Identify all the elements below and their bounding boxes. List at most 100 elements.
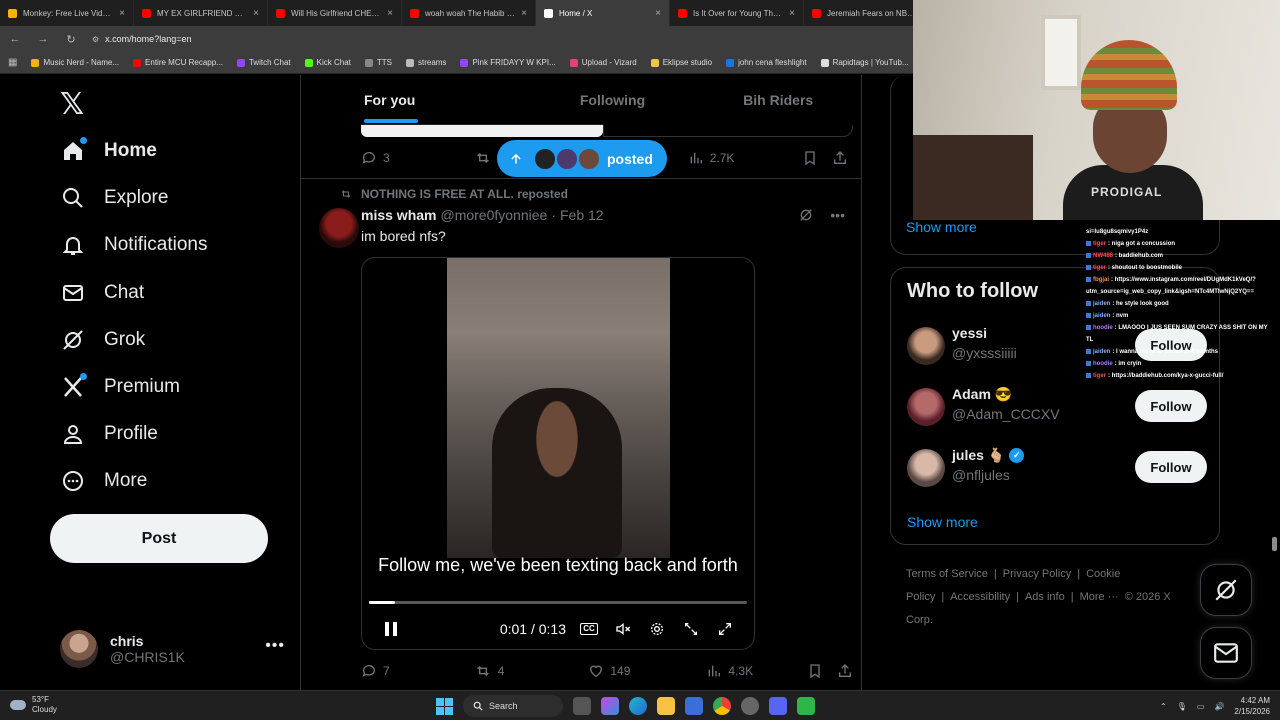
grok-icon[interactable] — [798, 207, 814, 223]
forward-icon[interactable]: → — [36, 33, 50, 45]
repost-button[interactable]: 4 — [474, 663, 504, 679]
new-posts-pill[interactable]: posted — [497, 140, 667, 177]
follow-suggestion[interactable]: jules 🫰🏼 ✓ @nfljules Follow — [907, 447, 1207, 491]
show-more-link[interactable]: Show more — [906, 219, 977, 235]
chrome-icon[interactable] — [713, 697, 731, 715]
follow-suggestion[interactable]: Adam 😎 @Adam_CCCXV Follow — [907, 386, 1207, 430]
volume-icon[interactable]: 🔊 — [1214, 702, 1224, 711]
x-logo-icon[interactable]: 𝕏 — [60, 87, 84, 122]
footer-link[interactable]: Accessibility — [950, 591, 1010, 603]
mute-button[interactable] — [606, 621, 640, 637]
repost-button[interactable] — [474, 150, 492, 166]
share-button[interactable] — [832, 150, 848, 166]
grok-button[interactable] — [1200, 564, 1252, 616]
close-icon[interactable]: × — [655, 8, 661, 19]
close-icon[interactable]: × — [789, 8, 795, 19]
post-button[interactable]: Post — [50, 514, 268, 563]
footer-link[interactable]: Terms of Service — [906, 568, 988, 580]
tab-for-you[interactable]: For you — [301, 75, 530, 125]
views-button[interactable]: 4.3K — [706, 663, 753, 679]
more-dots-icon[interactable]: ••• — [830, 207, 845, 223]
post-author-name[interactable]: miss wham — [361, 207, 436, 223]
footer-link[interactable]: More ··· — [1080, 591, 1119, 603]
file-explorer-icon[interactable] — [657, 697, 675, 715]
tab-bih-riders[interactable]: Bih Riders — [695, 75, 861, 125]
bookmark-item[interactable]: Music Nerd - Name... — [31, 58, 119, 67]
bookmark-item[interactable]: Rapidtags | YouTub... — [820, 58, 909, 67]
windows-start-icon[interactable] — [436, 697, 453, 715]
weather-widget[interactable]: 53°F Cloudy — [10, 695, 57, 715]
reply-button[interactable]: 7 — [361, 663, 390, 679]
close-icon[interactable]: × — [387, 8, 393, 19]
account-switcher[interactable]: chris @CHRIS1K ••• — [60, 629, 285, 669]
close-icon[interactable]: × — [521, 8, 527, 19]
bookmark-item[interactable]: Twitch Chat — [236, 58, 291, 67]
pause-button[interactable] — [374, 621, 408, 637]
nav-item-explore[interactable]: Explore — [60, 185, 168, 211]
tab-following[interactable]: Following — [530, 75, 696, 125]
like-button[interactable]: 149 — [588, 663, 630, 679]
close-icon[interactable]: × — [253, 8, 259, 19]
video-progress-bar[interactable] — [369, 601, 747, 604]
avatar[interactable] — [319, 208, 359, 248]
bookmark-item[interactable]: streams — [405, 58, 446, 67]
follow-button[interactable]: Follow — [1135, 451, 1207, 483]
reply-button[interactable]: 3 — [361, 150, 390, 166]
mic-icon[interactable]: 🎙 — [1177, 702, 1187, 711]
scrollbar[interactable] — [1272, 537, 1277, 551]
nav-item-chat[interactable]: Chat — [60, 280, 144, 306]
discord-icon[interactable] — [769, 697, 787, 715]
bookmark-item[interactable]: TTS — [364, 58, 392, 67]
nav-item-grok[interactable]: Grok — [60, 327, 145, 353]
back-icon[interactable]: ← — [8, 33, 22, 45]
footer-link[interactable]: Ads info — [1025, 591, 1065, 603]
share-button[interactable] — [837, 663, 853, 679]
bookmark-button[interactable] — [807, 663, 823, 679]
avatar[interactable] — [907, 388, 945, 426]
repost-label[interactable]: NOTHING IS FREE AT ALL. reposted — [361, 187, 568, 201]
task-view-icon[interactable] — [573, 697, 591, 715]
messages-button[interactable] — [1200, 627, 1252, 679]
network-icon[interactable]: ▭ — [1197, 702, 1205, 711]
suggestion-name[interactable]: yessi — [952, 325, 987, 341]
copilot-icon[interactable] — [601, 697, 619, 715]
views-button[interactable]: 2.7K — [688, 150, 734, 166]
store-icon[interactable] — [685, 697, 703, 715]
bookmark-item[interactable]: Upload - Vizard — [569, 58, 637, 67]
browser-tab[interactable]: Monkey: Free Live Video C × — [0, 0, 134, 26]
bookmark-item[interactable]: Eklipse studio — [650, 58, 712, 67]
address-bar[interactable]: ⚙ x.com/home?lang=en — [92, 34, 191, 44]
nav-item-profile[interactable]: Profile — [60, 421, 158, 447]
bookmark-item[interactable]: Kick Chat — [304, 58, 351, 67]
site-info-icon[interactable]: ⚙ — [92, 35, 99, 44]
chevron-up-icon[interactable]: ⌃ — [1160, 702, 1167, 711]
close-icon[interactable]: × — [119, 8, 125, 19]
browser-tab[interactable]: Is It Over for Young Thug a × — [670, 0, 804, 26]
nav-item-more[interactable]: More — [60, 468, 147, 494]
bookmark-item[interactable]: Entire MCU Recapp... — [133, 58, 223, 67]
browser-tab[interactable]: Home / X × — [536, 0, 670, 26]
bookmark-item[interactable]: Pink FRIDAYY W KPI... — [460, 58, 556, 67]
post-date[interactable]: Feb 12 — [560, 207, 604, 223]
settings-app-icon[interactable] — [741, 697, 759, 715]
follow-button[interactable]: Follow — [1135, 390, 1207, 422]
fullscreen-button[interactable] — [708, 621, 742, 637]
avatar[interactable] — [907, 327, 945, 365]
clock[interactable]: 4:42 AM 2/15/2026 — [1234, 695, 1270, 717]
captions-button[interactable]: CC — [572, 623, 606, 635]
browser-tab[interactable]: woah woah The Habib Sh × — [402, 0, 536, 26]
edge-icon[interactable] — [629, 697, 647, 715]
suggestion-name[interactable]: Adam 😎 — [952, 386, 1012, 403]
post-author-handle[interactable]: @more0fyonniee — [440, 207, 547, 223]
settings-button[interactable] — [640, 621, 674, 637]
bookmark-item[interactable]: john cena fleshlight — [726, 58, 807, 67]
browser-tab[interactable]: Will His Girlfriend CHEAT A × — [268, 0, 402, 26]
browser-tab[interactable]: MY EX GIRLFRIEND DELETE × — [134, 0, 268, 26]
avatar[interactable] — [907, 449, 945, 487]
nav-item-premium[interactable]: Premium — [60, 373, 180, 400]
nav-item-notifications[interactable]: Notifications — [60, 232, 208, 258]
reload-icon[interactable]: ↻ — [64, 33, 78, 46]
taskbar-search[interactable]: Search — [463, 695, 563, 717]
suggestion-name[interactable]: jules 🫰🏼 — [952, 447, 1005, 464]
footer-link[interactable]: Privacy Policy — [1003, 568, 1071, 580]
